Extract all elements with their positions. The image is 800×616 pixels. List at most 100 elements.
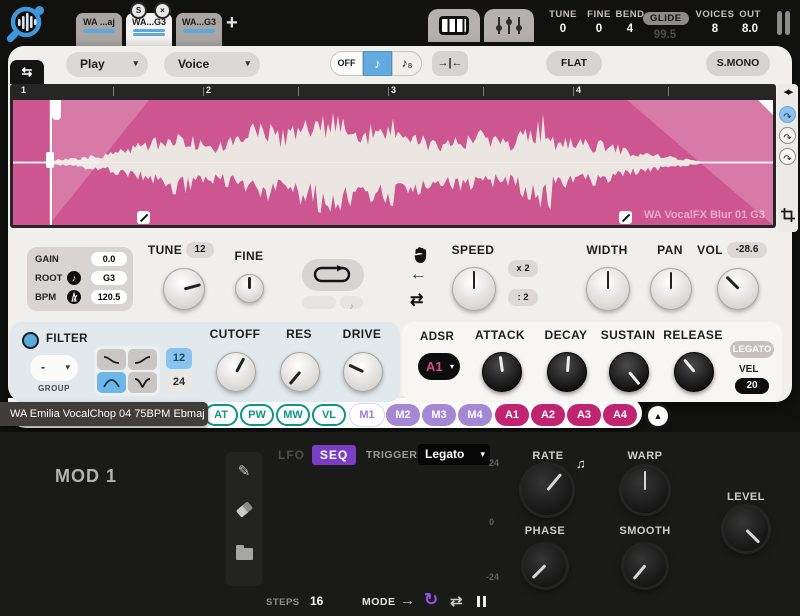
vol-value-badge[interactable]: -28.6	[727, 242, 767, 258]
level-knob[interactable]	[724, 507, 768, 551]
curve-mode-3-button[interactable]: ↷	[779, 148, 796, 165]
width-knob[interactable]	[586, 267, 630, 311]
quantize-off-segment[interactable]: OFF	[330, 51, 363, 76]
slope-12-button[interactable]: 12	[166, 348, 192, 369]
sample-tab-3[interactable]: WA...G3	[176, 13, 222, 46]
loop-toggle-button[interactable]	[302, 259, 364, 291]
loop-mode-tab[interactable]: ⇆	[10, 60, 44, 84]
flat-button[interactable]: FLAT	[546, 51, 602, 76]
pill-pitchwheel[interactable]: PW	[240, 404, 274, 426]
mode-pause-icon[interactable]	[477, 594, 486, 612]
tab-trigger[interactable]: TRIGGER	[366, 449, 417, 461]
filter-highpass-button[interactable]	[128, 349, 157, 370]
attack-knob[interactable]	[482, 352, 522, 392]
tune-knob[interactable]	[163, 268, 205, 310]
vol-knob[interactable]	[717, 268, 759, 310]
pill-mod4[interactable]: M4	[458, 404, 492, 426]
mode-loop-icon-selected[interactable]: ↻	[424, 590, 438, 610]
param-value[interactable]: 8.0	[728, 23, 772, 35]
slope-24-button[interactable]: 24	[166, 372, 192, 393]
pill-mod2[interactable]: M2	[386, 404, 420, 426]
cutoff-knob[interactable]	[216, 352, 256, 392]
add-tab-button[interactable]: +	[226, 12, 238, 35]
curve-mode-1-button[interactable]: ↷	[779, 106, 796, 123]
bounce-icon[interactable]: ⇄	[410, 290, 423, 310]
speed-knob[interactable]	[452, 267, 496, 311]
fade-in-handle[interactable]	[137, 211, 150, 224]
waveform-display[interactable]: WA VocalFX Blur 01 G3	[13, 100, 773, 225]
fine-knob[interactable]	[235, 274, 264, 303]
envelope-select-dropdown[interactable]: A1 ▾	[418, 353, 460, 380]
root-label: ROOT	[35, 273, 62, 284]
sustain-knob[interactable]	[609, 352, 649, 392]
speed-div2-button[interactable]: : 2	[508, 289, 538, 306]
voice-mode-dropdown[interactable]: Voice ▾	[164, 52, 260, 77]
phase-knob[interactable]	[524, 545, 566, 587]
speed-x2-button[interactable]: x 2	[508, 260, 538, 277]
pencil-tool-icon[interactable]: ✎	[226, 462, 262, 480]
start-marker-flag[interactable]	[52, 100, 61, 120]
curve-mode-2-button[interactable]: ↷	[779, 127, 796, 144]
pill-modwheel[interactable]: MW	[276, 404, 310, 426]
fade-out-handle[interactable]	[619, 211, 632, 224]
group-dropdown[interactable]: - ▾	[30, 355, 78, 381]
mode-forward-icon[interactable]: →	[400, 592, 415, 609]
hand-drag-icon[interactable]	[412, 246, 428, 268]
solo-badge[interactable]: S	[130, 2, 147, 19]
pill-aftertouch[interactable]: AT	[204, 404, 238, 426]
pill-mod1-selected[interactable]: M1	[350, 404, 384, 426]
smono-button[interactable]: S.MONO	[706, 51, 770, 76]
gain-value-field[interactable]: 0.0	[91, 252, 127, 266]
folder-icon[interactable]	[236, 548, 253, 560]
collapse-selection-button[interactable]: →|←	[432, 51, 468, 76]
legato-button[interactable]: LEGATO	[730, 341, 774, 358]
mode-pingpong-icon[interactable]: ⇄	[450, 592, 463, 610]
pill-amp4[interactable]: A4	[603, 404, 637, 426]
warp-knob[interactable]	[622, 467, 668, 513]
tab-progress-bar	[183, 29, 215, 33]
sample-tab-1[interactable]: WA ...aj	[76, 13, 122, 46]
sync-note-icon[interactable]: ♫	[576, 456, 586, 471]
start-marker-handle[interactable]	[46, 152, 54, 168]
filter-bandpass-button-selected[interactable]	[97, 372, 126, 393]
collapse-panel-button[interactable]: ▲	[645, 403, 671, 429]
quantize-note-segment[interactable]: ♪	[363, 51, 392, 76]
bpm-value-field[interactable]: 120.5	[91, 290, 127, 304]
close-tab-badge[interactable]: ×	[154, 2, 171, 19]
filter-enable-toggle[interactable]	[22, 332, 39, 349]
param-value[interactable]: 99.5	[643, 29, 687, 41]
tab-keyboard-view[interactable]	[428, 9, 480, 42]
crop-icon[interactable]	[781, 208, 795, 227]
loop-note-toggle[interactable]: ♪	[340, 296, 363, 309]
pill-amp3[interactable]: A3	[567, 404, 601, 426]
play-mode-dropdown[interactable]: Play ▾	[66, 52, 148, 77]
steps-value[interactable]: 16	[310, 594, 323, 608]
res-knob[interactable]	[280, 352, 320, 392]
tab-lfo[interactable]: LFO	[278, 448, 305, 462]
filter-lowpass-button[interactable]	[97, 349, 126, 370]
pill-amp2[interactable]: A2	[531, 404, 565, 426]
smooth-knob[interactable]	[624, 545, 666, 587]
drive-knob[interactable]	[343, 352, 383, 392]
decay-knob[interactable]	[547, 352, 587, 392]
bpm-label: BPM	[35, 292, 56, 303]
pill-amp1[interactable]: A1	[495, 404, 529, 426]
tab-seq-selected[interactable]: SEQ	[312, 445, 356, 465]
filter-notch-button[interactable]	[128, 372, 157, 393]
release-knob[interactable]	[674, 352, 714, 392]
timeline-ruler[interactable]: 1 2 3 4	[13, 84, 773, 100]
pill-mod3[interactable]: M3	[422, 404, 456, 426]
pan-knob[interactable]	[650, 268, 692, 310]
reverse-icon[interactable]: ←	[410, 266, 426, 284]
h-expand-icon[interactable]: ◀▶	[778, 88, 798, 96]
quantize-note8-segment[interactable]: ♪₈	[392, 51, 422, 76]
vel-value-badge[interactable]: 20	[735, 378, 769, 394]
loop-sub-toggle[interactable]	[302, 296, 336, 309]
tab-mixer-view[interactable]	[484, 9, 534, 42]
tune-value-badge[interactable]: 12	[186, 242, 214, 258]
pill-velocity[interactable]: VL	[312, 404, 346, 426]
eraser-tool-icon[interactable]	[236, 501, 253, 518]
root-value-field[interactable]: G3	[91, 271, 127, 285]
trigger-mode-dropdown[interactable]: Legato ▾	[418, 444, 490, 465]
rate-knob[interactable]	[522, 465, 572, 515]
